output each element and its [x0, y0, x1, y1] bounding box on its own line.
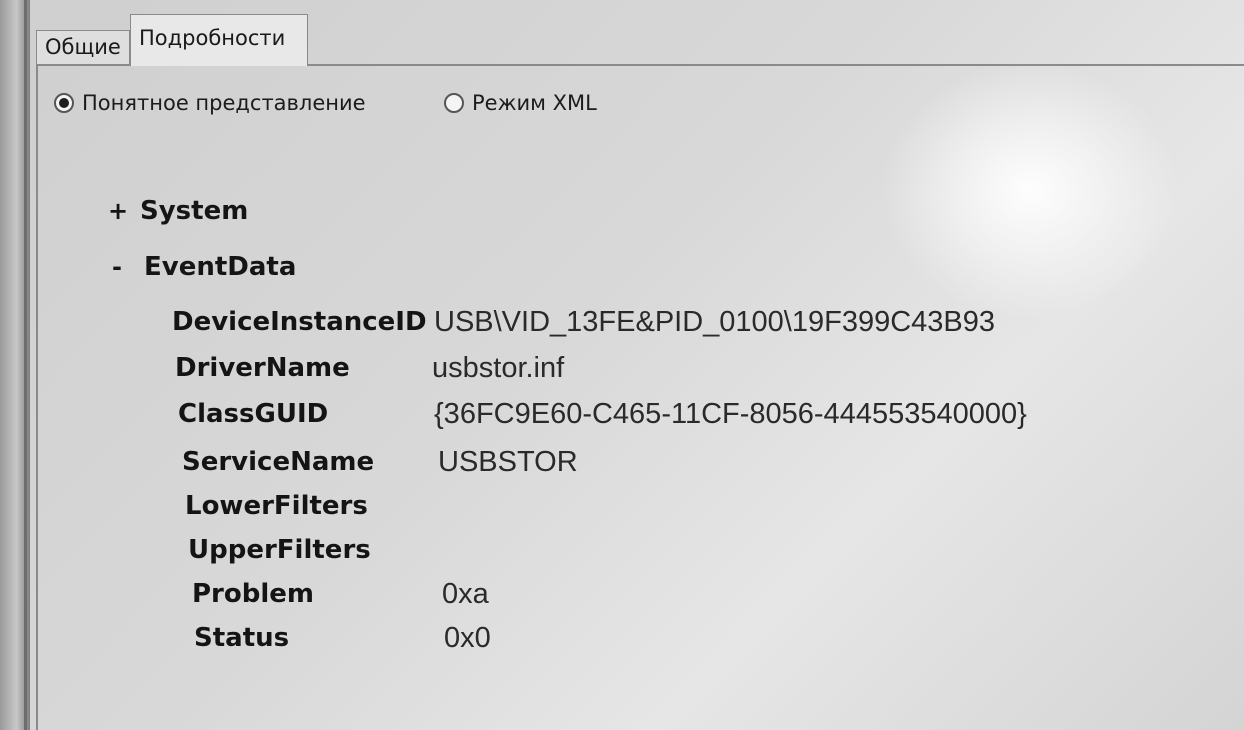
window-frame-divider	[24, 0, 27, 730]
radio-friendly-view-label: Понятное представление	[82, 91, 366, 115]
expand-toggle[interactable]: +	[108, 197, 140, 225]
radio-friendly-view[interactable]: Понятное представление	[54, 88, 366, 118]
field-value: 0x0	[444, 622, 491, 654]
field-name: LowerFilters	[185, 491, 368, 521]
tree-node-label: System	[140, 196, 249, 226]
field-value: USB\VID_13FE&PID_0100\19F399C43B93	[434, 306, 996, 338]
radio-friendly-view-button[interactable]	[54, 93, 74, 113]
tab-general[interactable]: Общие	[36, 30, 130, 64]
field-name: ClassGUID	[178, 399, 329, 429]
field-name: DeviceInstanceID	[172, 307, 427, 337]
event-properties-screen: Общие Подробности Понятное представление…	[0, 0, 1244, 730]
tree-node-label: EventData	[144, 252, 297, 282]
radio-xml-view-button[interactable]	[444, 93, 464, 113]
tab-details[interactable]: Подробности	[130, 14, 308, 66]
collapse-toggle[interactable]: -	[112, 253, 144, 281]
field-value: USBSTOR	[438, 446, 578, 478]
tab-panel-left-border	[36, 64, 38, 730]
field-name: ServiceName	[182, 447, 375, 477]
radio-xml-view[interactable]: Режим XML	[444, 88, 597, 118]
radio-xml-view-label: Режим XML	[472, 91, 597, 115]
field-name: Problem	[192, 579, 314, 609]
field-value: {36FC9E60-C465-11CF-8056-444553540000}	[434, 398, 1027, 430]
field-name: DriverName	[175, 353, 350, 383]
field-name: UpperFilters	[188, 535, 371, 565]
field-value: 0xa	[442, 578, 489, 610]
tree-node-eventdata[interactable]: - EventData	[112, 252, 296, 282]
field-value: usbstor.inf	[432, 352, 565, 384]
field-name: Status	[194, 623, 290, 653]
tree-node-system[interactable]: + System	[108, 196, 248, 226]
screen-glare	[880, 60, 1180, 320]
